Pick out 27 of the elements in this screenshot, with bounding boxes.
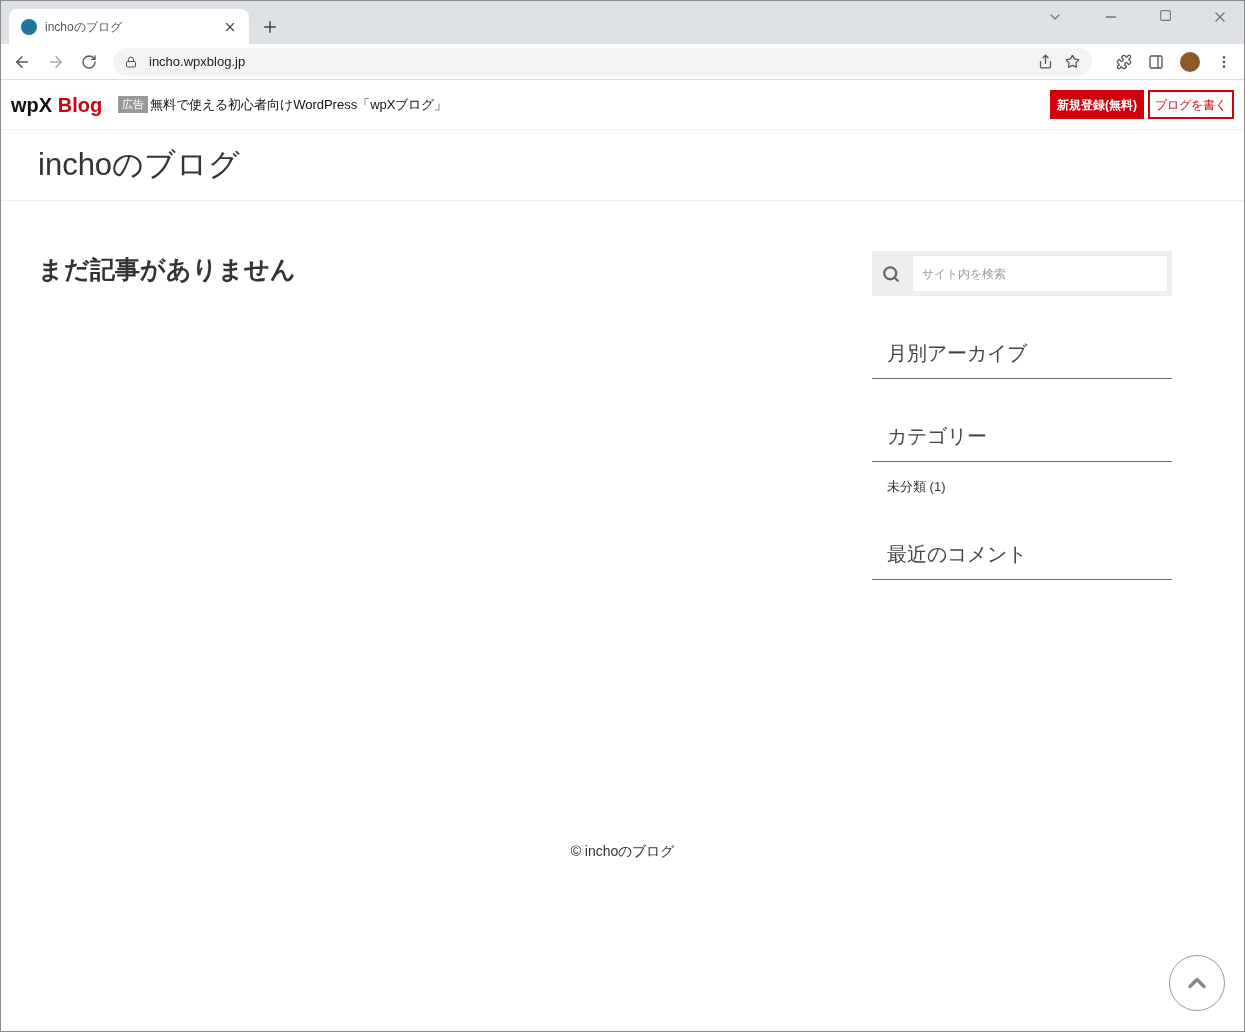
avatar-icon[interactable] [1180, 51, 1200, 72]
maximize-icon[interactable] [1159, 9, 1172, 22]
scroll-to-top-button[interactable] [1169, 955, 1225, 1011]
ad-badge: 広告 [118, 96, 149, 113]
address-bar[interactable]: incho.wpxblog.jp [113, 47, 1092, 76]
extensions-icon[interactable] [1116, 53, 1132, 70]
signup-button[interactable]: 新規登録(無料) [1050, 90, 1144, 119]
ad-link[interactable]: 無料で使える初心者向けWordPress「wpXブログ」 [150, 94, 448, 115]
browser-tab[interactable]: inchoのブログ [9, 9, 249, 44]
star-icon[interactable] [1065, 54, 1080, 69]
wpx-blog-logo[interactable]: wpX Blog [11, 89, 103, 120]
widget-title: カテゴリー [872, 421, 1172, 462]
new-tab-icon[interactable] [261, 18, 279, 36]
tab-title: inchoのブログ [45, 18, 123, 36]
side-panel-icon[interactable] [1148, 53, 1164, 70]
widget-title: 最近のコメント [872, 538, 1172, 580]
lock-icon [125, 55, 137, 68]
reload-icon[interactable] [81, 53, 97, 70]
write-blog-button[interactable]: ブログを書く [1148, 90, 1234, 119]
page-heading: まだ記事がありません [38, 254, 297, 285]
widget-title: 月別アーカイブ [872, 338, 1172, 379]
copyright-text: © inchoのブログ [570, 842, 675, 861]
search-icon[interactable] [882, 264, 900, 283]
site-title[interactable]: inchoのブログ [38, 141, 241, 189]
search-field[interactable]: サイト内を検索 [913, 256, 1167, 291]
share-icon[interactable] [1038, 54, 1053, 69]
category-link[interactable]: 未分類 (1) [872, 477, 961, 497]
